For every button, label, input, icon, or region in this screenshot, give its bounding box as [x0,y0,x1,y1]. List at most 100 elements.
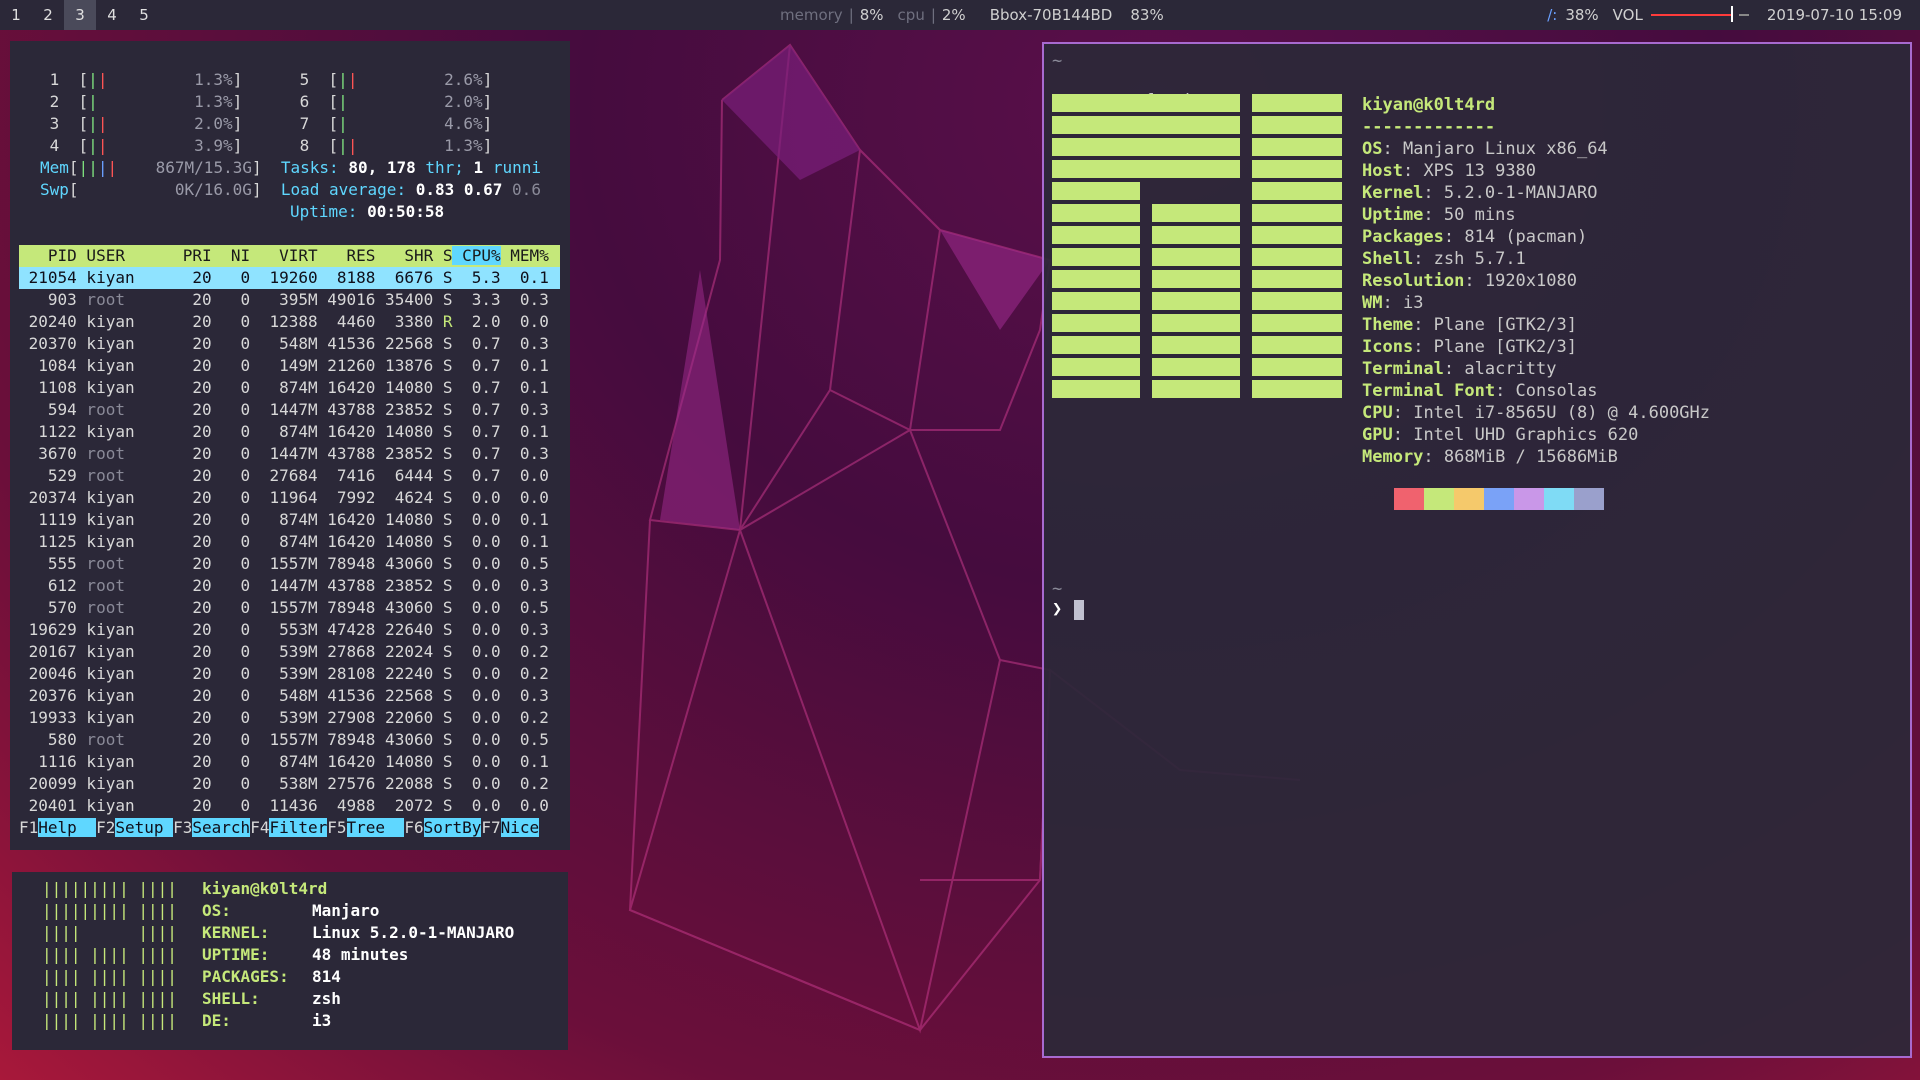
process-row[interactable]: 20046 kiyan 20 0 539M 28108 22240 S 0.0 … [19,663,560,685]
uptime-value: 00:50:58 [367,202,445,221]
column-ni[interactable]: NI [212,246,250,265]
cell-virt: 538M [250,774,318,793]
fkey-f1[interactable]: F1 [19,818,38,837]
fkey-f5-label[interactable]: Tree [346,818,405,837]
cell-virt: 553M [250,620,318,639]
column-pid[interactable]: PID [19,246,77,265]
process-row[interactable]: 20099 kiyan 20 0 538M 27576 22088 S 0.0 … [19,773,560,795]
cell-res: 27576 [317,774,376,793]
htop-window[interactable]: 1 [|| 1.3%] 2 [| 1.3%] 3 [|| 2.0%] 4 [||… [10,41,570,850]
fkey-f6[interactable]: F6 [404,818,423,837]
cell-pid: 20376 [19,686,77,705]
column-user[interactable]: USER [77,246,173,265]
process-row[interactable]: 1125 kiyan 20 0 874M 16420 14080 S 0.0 0… [19,531,560,553]
column-res[interactable]: RES [318,246,376,265]
process-row[interactable]: 580 root 20 0 1557M 78948 43060 S 0.0 0.… [19,729,560,751]
process-row[interactable]: 612 root 20 0 1447M 43788 23852 S 0.0 0.… [19,575,560,597]
cell-user: kiyan [76,664,174,683]
process-row[interactable]: 20240 kiyan 20 0 12388 4460 3380 R 2.0 0… [19,311,560,333]
cell-cpu-pct: 3.3 [452,290,501,309]
fkey-f1-label[interactable]: Help [38,818,97,837]
process-row[interactable]: 19629 kiyan 20 0 553M 47428 22640 S 0.0 … [19,619,560,641]
cell-s: S [433,708,453,727]
fkey-f7[interactable]: F7 [481,818,500,837]
cell-virt: 539M [250,664,318,683]
cell-mem-pct: 0.5 [500,598,549,617]
process-row[interactable]: 20370 kiyan 20 0 548M 41536 22568 S 0.7 … [19,333,560,355]
fkey-f7-label[interactable]: Nice [500,818,540,837]
column-cpu-pct[interactable]: CPU% [452,246,501,265]
process-row[interactable]: 555 root 20 0 1557M 78948 43060 S 0.0 0.… [19,553,560,575]
sysinfo-window[interactable]: ||||||||| |||| ||||||||| |||| |||| |||| |||… [12,872,568,1050]
process-row[interactable]: 594 root 20 0 1447M 43788 23852 S 0.7 0.… [19,399,560,421]
fkey-f3[interactable]: F3 [173,818,192,837]
cpu-number: 2 [40,92,79,111]
process-row[interactable]: 20374 kiyan 20 0 11964 7992 4624 S 0.0 0… [19,487,560,509]
cell-virt: 874M [250,378,318,397]
column-pri[interactable]: PRI [173,246,212,265]
workspace-2[interactable]: 2 [32,0,64,30]
process-row[interactable]: 1122 kiyan 20 0 874M 16420 14080 S 0.7 0… [19,421,560,443]
process-row[interactable]: 20167 kiyan 20 0 539M 27868 22024 S 0.0 … [19,641,560,663]
process-row[interactable]: 3670 root 20 0 1447M 43788 23852 S 0.7 0… [19,443,560,465]
process-row[interactable]: 1119 kiyan 20 0 874M 16420 14080 S 0.0 0… [19,509,560,531]
process-row[interactable]: 20401 kiyan 20 0 11436 4988 2072 S 0.0 0… [19,795,560,817]
column-shr[interactable]: SHR [375,246,433,265]
cell-cpu-pct: 5.3 [452,268,501,287]
cell-mem-pct: 0.0 [500,488,549,507]
column-s[interactable]: S [433,246,453,265]
cell-mem-pct: 0.2 [500,664,549,683]
cell-shr: 14080 [375,378,434,397]
fkey-f6-label[interactable]: SortBy [423,818,482,837]
column-virt[interactable]: VIRT [250,246,318,265]
logo-block [1052,138,1240,156]
volume-slider[interactable] [1650,6,1733,22]
fkey-f4-label[interactable]: Filter [269,818,328,837]
process-table-header[interactable]: PID USER PRI NI VIRT RES SHR S CPU% MEM% [19,245,560,267]
bar-segment: | [97,136,108,155]
cell-cpu-pct: 0.0 [452,554,501,573]
cell-s: S [433,576,453,595]
terminal-cursor[interactable] [1074,600,1084,620]
logo-block [1152,336,1240,354]
process-row[interactable]: 1116 kiyan 20 0 874M 16420 14080 S 0.0 0… [19,751,560,773]
cpu-label: cpu [897,6,925,24]
workspace-1[interactable]: 1 [0,0,32,30]
workspace-3[interactable]: 3 [64,0,96,30]
process-row[interactable]: 20376 kiyan 20 0 548M 41536 22568 S 0.0 … [19,685,560,707]
cell-s: S [433,488,453,507]
column-mem-pct[interactable]: MEM% [501,246,549,265]
process-row[interactable]: 570 root 20 0 1557M 78948 43060 S 0.0 0.… [19,597,560,619]
cell-pid: 529 [19,466,77,485]
cell-user: root [76,576,174,595]
fkey-f2-label[interactable]: Setup [115,818,174,837]
terminal-window[interactable]: ~ ❯ neofetch kiyan@k0lt4rd -------------… [1042,42,1912,1058]
cell-ni: 0 [211,444,251,463]
function-key-bar[interactable]: F1Help F2Setup F3SearchF4FilterF5Tree F6… [19,817,560,839]
mem-bar: |||| [79,158,118,177]
cell-pri: 20 [173,466,212,485]
cell-virt: 548M [250,334,318,353]
process-row[interactable]: 529 root 20 0 27684 7416 6444 S 0.7 0.0 [19,465,560,487]
workspace-5[interactable]: 5 [128,0,160,30]
cell-cpu-pct: 0.0 [452,576,501,595]
process-row[interactable]: 19933 kiyan 20 0 539M 27908 22060 S 0.0 … [19,707,560,729]
neofetch-value: 868MiB / 15686MiB [1443,447,1618,467]
cell-pid: 594 [19,400,77,419]
fkey-f2[interactable]: F2 [96,818,115,837]
process-row[interactable]: 903 root 20 0 395M 49016 35400 S 3.3 0.3 [19,289,560,311]
process-row[interactable]: 21054 kiyan 20 0 19260 8188 6676 S 5.3 0… [19,267,560,289]
volume-knob[interactable] [1730,6,1733,22]
fkey-f5[interactable]: F5 [327,818,346,837]
workspace-4[interactable]: 4 [96,0,128,30]
fkey-f4[interactable]: F4 [250,818,269,837]
cell-shr: 3380 [375,312,434,331]
logo-block [1052,314,1140,332]
separator: | [848,6,854,24]
process-list[interactable]: 21054 kiyan 20 0 19260 8188 6676 S 5.3 0… [19,267,560,817]
fkey-f3-label[interactable]: Search [192,818,251,837]
process-row[interactable]: 1108 kiyan 20 0 874M 16420 14080 S 0.7 0… [19,377,560,399]
process-row[interactable]: 1084 kiyan 20 0 149M 21260 13876 S 0.7 0… [19,355,560,377]
logo-line: |||| |||| |||| [42,989,177,1008]
load-15: 0.6 [512,180,541,199]
